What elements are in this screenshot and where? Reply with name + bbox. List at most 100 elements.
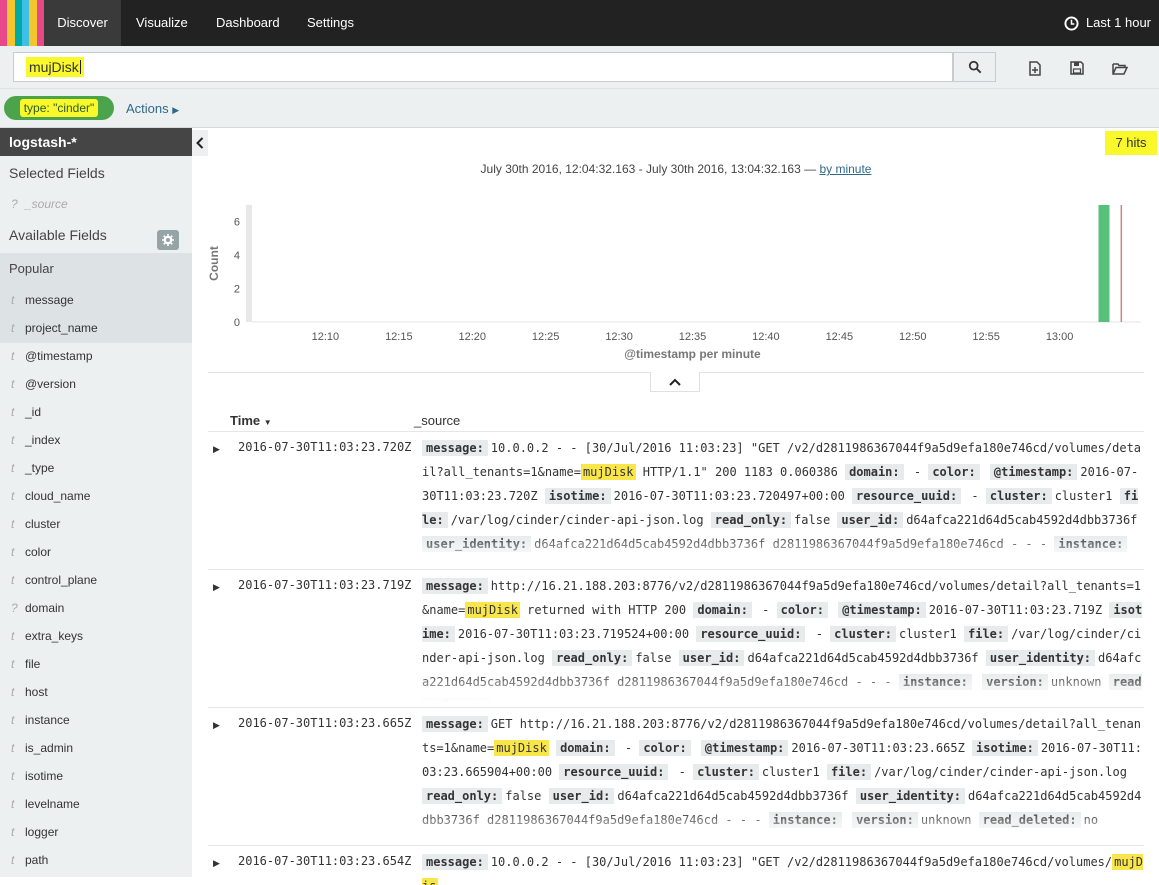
- source-key: cluster:: [830, 626, 896, 642]
- source-value: cluster1: [1054, 489, 1113, 503]
- gear-icon[interactable]: [157, 230, 179, 250]
- x-tick-label: 12:30: [605, 331, 633, 343]
- field-item-domain[interactable]: ? domain: [0, 594, 192, 622]
- field-item-host[interactable]: t host: [0, 678, 192, 706]
- source-value: 2016-07-30T11:03:23.720497+00:00: [613, 489, 845, 503]
- expand-row-icon[interactable]: ▶: [213, 582, 220, 593]
- field-type-icon: t: [11, 517, 15, 531]
- table-row[interactable]: ▶ 2016-07-30T11:03:23.719Z message: http://…: [208, 569, 1144, 707]
- row-time: 2016-07-30T11:03:23.720Z: [238, 440, 412, 454]
- expand-row-icon[interactable]: ▶: [213, 720, 220, 731]
- source-value-tail: returned with HTTP 200: [519, 603, 687, 617]
- tab-visualize[interactable]: Visualize: [136, 0, 188, 46]
- source-key: @timestamp:: [700, 740, 789, 756]
- search-query: mujDisk: [26, 57, 84, 77]
- field-item-projectname[interactable]: t project_name: [0, 314, 192, 342]
- x-tick-label: 12:55: [972, 331, 1000, 343]
- sort-down-icon: ▼: [263, 418, 272, 427]
- filter-pill[interactable]: type: "cinder": [4, 96, 114, 120]
- field-item-message[interactable]: t message: [0, 286, 192, 314]
- histogram-svg: 0 2 4 6 12:10 12:15 12:20 12:25 12:30 12:35 12:40 1…: [207, 205, 1141, 361]
- field-name: project_name: [25, 321, 98, 335]
- field-item-id[interactable]: t _id: [0, 398, 192, 426]
- tab-settings[interactable]: Settings: [307, 0, 354, 46]
- source-value: 2016-07-30T11:03:23.719524+00:00: [457, 627, 690, 641]
- source-key: read_only:: [422, 788, 503, 804]
- field-item-isotime[interactable]: t isotime: [0, 762, 192, 790]
- source-key: cluster:: [693, 764, 759, 780]
- field-item-cloudname[interactable]: t cloud_name: [0, 482, 192, 510]
- source-value: -: [964, 489, 986, 503]
- collapse-chart-button[interactable]: [650, 372, 700, 392]
- field-item-path[interactable]: t path: [0, 846, 192, 874]
- tab-dashboard[interactable]: Dashboard: [216, 0, 280, 46]
- y-tick-label: 4: [234, 250, 240, 262]
- source-value: -: [671, 765, 694, 779]
- source-key: color:: [639, 740, 691, 756]
- source-value: -: [754, 603, 777, 617]
- table-row[interactable]: ▶ 2016-07-30T11:03:23.654Z message: 10.0.0.…: [208, 845, 1144, 885]
- field-item-file[interactable]: t file: [0, 650, 192, 678]
- actions-menu[interactable]: Actions ▶: [126, 101, 179, 116]
- field-item-controlplane[interactable]: t control_plane: [0, 566, 192, 594]
- field-name: _index: [25, 433, 61, 447]
- field-item-levelname[interactable]: t levelname: [0, 790, 192, 818]
- table-row[interactable]: ▶ 2016-07-30T11:03:23.720Z message: 10.0.0.…: [208, 431, 1144, 569]
- kibana-logo[interactable]: [0, 0, 44, 46]
- field-type-icon: t: [11, 657, 15, 671]
- source-value: 10.0.0.2 - - [30/Jul/2016 11:03:23] "GET…: [490, 855, 1113, 869]
- field-name: cloud_name: [25, 489, 91, 503]
- source-value: cluster1: [761, 765, 820, 779]
- source-value: -: [617, 741, 640, 755]
- collapse-sidebar-button[interactable]: [192, 130, 208, 156]
- save-search-icon[interactable]: [1069, 60, 1085, 76]
- field-item-cluster[interactable]: t cluster: [0, 510, 192, 538]
- histogram-chart: 0 2 4 6 12:10 12:15 12:20 12:25 12:30 12:35 12:40 1…: [207, 195, 1144, 370]
- top-nav: Discover Visualize Dashboard Settings La…: [0, 0, 1159, 46]
- field-type-icon: t: [11, 797, 15, 811]
- field-name: _source: [25, 197, 68, 211]
- field-item-timestamp[interactable]: t @timestamp: [0, 342, 192, 370]
- table-row[interactable]: ▶ 2016-07-30T11:03:23.665Z message: GET htt…: [208, 707, 1144, 845]
- field-item-type[interactable]: t _type: [0, 454, 192, 482]
- interval-link[interactable]: by minute: [819, 162, 871, 176]
- source-key: read_only:: [710, 512, 792, 528]
- source-value: cluster1: [898, 627, 957, 641]
- x-tick-label: 12:20: [458, 331, 486, 343]
- search-input[interactable]: mujDisk: [13, 52, 953, 82]
- field-item-version[interactable]: t @version: [0, 370, 192, 398]
- field-type-icon: t: [11, 629, 15, 643]
- expand-row-icon[interactable]: ▶: [213, 444, 220, 455]
- search-bar: mujDisk: [0, 46, 1159, 88]
- source-key: cluster:: [985, 488, 1052, 504]
- source-value: -: [808, 627, 831, 641]
- index-pattern-selector[interactable]: logstash-*: [0, 128, 192, 156]
- search-button[interactable]: [953, 52, 996, 82]
- field-name: is_admin: [25, 741, 74, 755]
- new-search-icon[interactable]: [1027, 60, 1043, 76]
- tab-discover[interactable]: Discover: [44, 0, 121, 46]
- column-time[interactable]: Time ▼: [230, 413, 272, 428]
- source-key: color:: [928, 464, 980, 480]
- time-picker[interactable]: Last 1 hour: [1064, 0, 1151, 46]
- field-type-icon: t: [11, 713, 15, 727]
- field-type-icon: t: [11, 405, 15, 419]
- source-key: domain:: [556, 740, 615, 756]
- field-item-instance[interactable]: t instance: [0, 706, 192, 734]
- field-item-extrakeys[interactable]: t extra_keys: [0, 622, 192, 650]
- field-item-index[interactable]: t _index: [0, 426, 192, 454]
- open-search-icon[interactable]: [1112, 60, 1128, 76]
- row-fade: [208, 673, 1144, 707]
- source-key: user_id:: [678, 650, 745, 666]
- expand-row-icon[interactable]: ▶: [213, 858, 220, 869]
- field-name: color: [25, 545, 52, 559]
- field-item-color[interactable]: t color: [0, 538, 192, 566]
- field-item-isadmin[interactable]: t is_admin: [0, 734, 192, 762]
- y-tick-label: 6: [234, 217, 240, 229]
- field-item-logger[interactable]: t logger: [0, 818, 192, 846]
- source-key: message:: [422, 716, 488, 732]
- field-type-icon: t: [11, 853, 15, 867]
- x-axis-label: @timestamp per minute: [624, 347, 761, 361]
- clock-icon: [1064, 15, 1079, 31]
- selected-field-source[interactable]: ? _source: [0, 190, 192, 218]
